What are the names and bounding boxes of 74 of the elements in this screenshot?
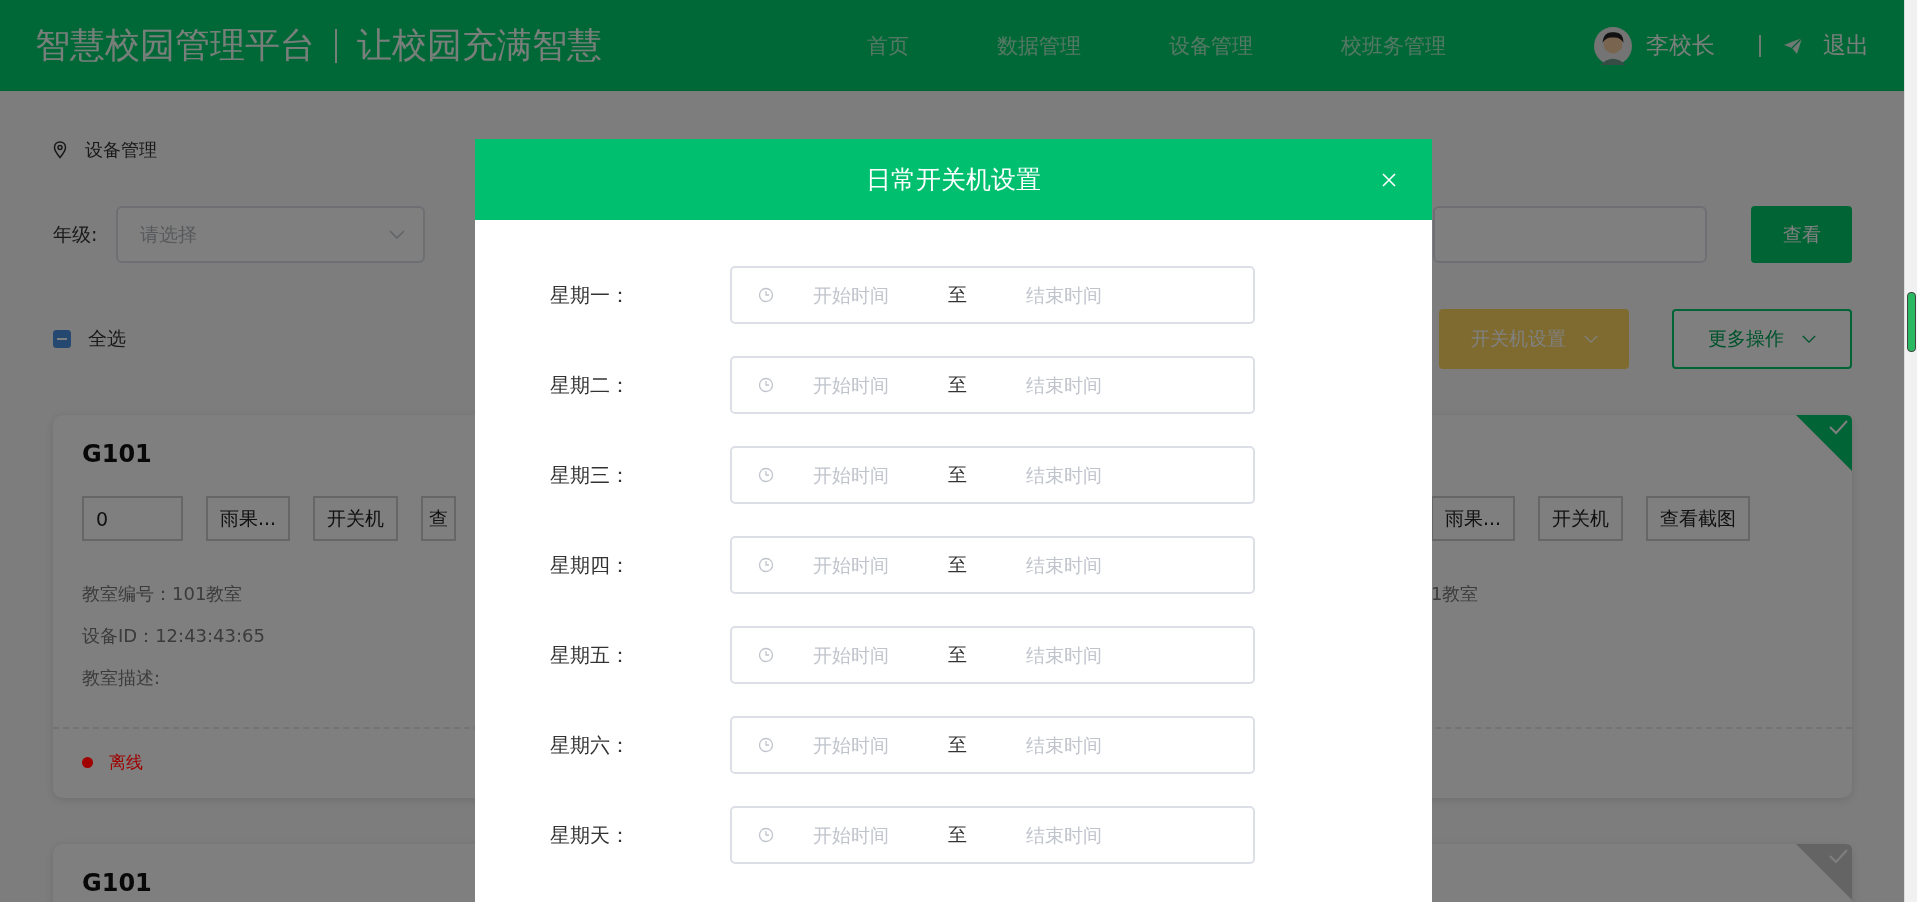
clock-icon bbox=[758, 557, 774, 573]
power-settings-button[interactable]: 开关机设置 bbox=[1439, 309, 1629, 369]
card-button[interactable]: 雨果... bbox=[206, 496, 291, 541]
end-time-field[interactable]: 结束时间 bbox=[987, 283, 1141, 307]
start-time-field[interactable]: 开始时间 bbox=[774, 643, 928, 667]
day-label: 星期五： bbox=[550, 641, 631, 669]
code-field[interactable]: 0 bbox=[82, 496, 183, 541]
info-text: 教室编号：101教室 bbox=[82, 582, 244, 606]
clock-icon bbox=[758, 737, 774, 753]
more-actions-button[interactable]: 更多操作 bbox=[1672, 309, 1852, 369]
dialog-title: 日常开关机设置 bbox=[866, 164, 1041, 196]
range-separator: 至 bbox=[948, 552, 967, 577]
chevron-down-icon bbox=[1583, 334, 1598, 344]
start-time-field[interactable]: 开始时间 bbox=[774, 733, 928, 757]
info-text: 1教室 bbox=[1431, 582, 1480, 606]
card-title: G101 bbox=[82, 440, 153, 470]
start-time-field[interactable]: 开始时间 bbox=[774, 553, 928, 577]
card-button[interactable]: 开关机 bbox=[1538, 496, 1624, 541]
end-time-field[interactable]: 结束时间 bbox=[987, 733, 1141, 757]
start-time-field[interactable]: 开始时间 bbox=[774, 283, 928, 307]
nav-link[interactable]: 首页 bbox=[867, 31, 909, 60]
range-separator: 至 bbox=[948, 732, 967, 757]
end-time-field[interactable]: 结束时间 bbox=[987, 463, 1141, 487]
day-label: 星期天： bbox=[550, 821, 631, 849]
info-text: 教室描述: bbox=[82, 666, 162, 690]
grade-label: 年级: bbox=[53, 221, 99, 247]
end-time-field[interactable]: 结束时间 bbox=[987, 373, 1141, 397]
card-button[interactable]: 雨果... bbox=[1431, 496, 1516, 541]
logout-link[interactable]: 退出 bbox=[1823, 30, 1869, 61]
end-time-field[interactable]: 结束时间 bbox=[987, 643, 1141, 667]
breadcrumb: 设备管理 bbox=[85, 138, 157, 162]
range-separator: 至 bbox=[948, 462, 967, 487]
checkbox[interactable] bbox=[53, 330, 71, 348]
range-separator: 至 bbox=[948, 372, 967, 397]
start-time-field[interactable]: 开始时间 bbox=[774, 373, 928, 397]
day-label: 星期二： bbox=[550, 371, 631, 399]
status-text: 离线 bbox=[109, 751, 143, 774]
nav-link[interactable]: 设备管理 bbox=[1169, 31, 1253, 60]
card-button[interactable]: 查 bbox=[421, 496, 457, 541]
location-pin-icon bbox=[53, 141, 67, 159]
select-all-label[interactable]: 全选 bbox=[88, 326, 126, 352]
avatar-icon bbox=[1594, 26, 1632, 65]
end-time-field[interactable]: 结束时间 bbox=[987, 823, 1141, 847]
chevron-down-icon bbox=[1802, 334, 1816, 344]
day-label: 星期四： bbox=[550, 551, 631, 579]
range-separator: 至 bbox=[948, 282, 967, 307]
user-name[interactable]: 李校长 bbox=[1646, 30, 1715, 61]
app-slogan: 让校园充满智慧 bbox=[357, 24, 602, 67]
nav-link[interactable]: 校班务管理 bbox=[1341, 31, 1446, 60]
end-time-field[interactable]: 结束时间 bbox=[987, 553, 1141, 577]
clock-icon bbox=[758, 827, 774, 843]
day-label: 星期一： bbox=[550, 281, 631, 309]
view-button[interactable]: 查看 bbox=[1751, 206, 1852, 263]
start-time-field[interactable]: 开始时间 bbox=[774, 823, 928, 847]
card-title: G101 bbox=[82, 869, 153, 899]
search-field[interactable] bbox=[1433, 206, 1707, 263]
chevron-down-icon bbox=[389, 229, 405, 240]
clock-icon bbox=[758, 467, 774, 483]
card-button[interactable]: 开关机 bbox=[313, 496, 399, 541]
day-label: 星期六： bbox=[550, 731, 631, 759]
clock-icon bbox=[758, 647, 774, 663]
card-button[interactable]: 查看截图 bbox=[1646, 496, 1751, 541]
scrollbar[interactable] bbox=[1904, 0, 1917, 902]
clock-icon bbox=[758, 287, 774, 303]
info-text: 设备ID：12:43:43:65 bbox=[82, 624, 266, 648]
app-title: 智慧校园管理平台 bbox=[35, 24, 315, 67]
close-icon[interactable] bbox=[1382, 173, 1396, 187]
range-separator: 至 bbox=[948, 642, 967, 667]
clock-icon bbox=[758, 377, 774, 393]
range-separator: 至 bbox=[948, 822, 967, 847]
start-time-field[interactable]: 开始时间 bbox=[774, 463, 928, 487]
nav-link[interactable]: 数据管理 bbox=[997, 31, 1081, 60]
paper-plane-icon bbox=[1783, 35, 1803, 56]
day-label: 星期三： bbox=[550, 461, 631, 489]
